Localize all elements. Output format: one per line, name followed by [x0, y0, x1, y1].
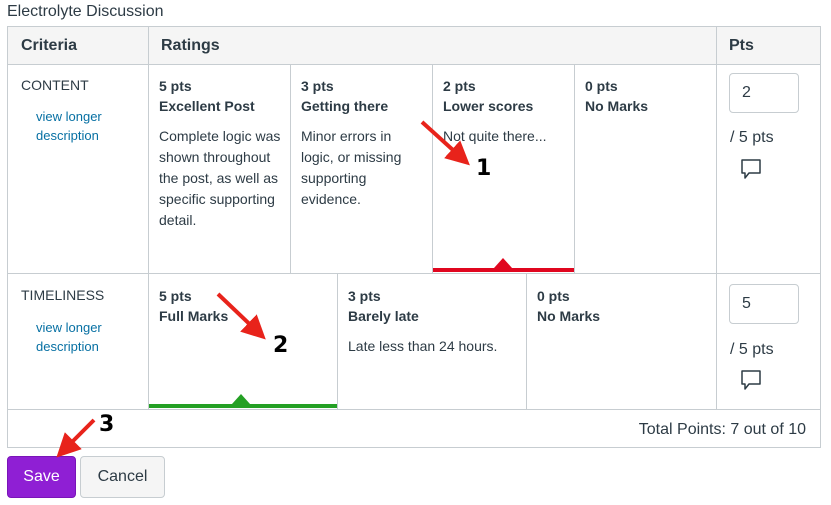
points-input[interactable] — [729, 284, 799, 324]
rating-points: 3 pts — [301, 78, 334, 94]
rating-points: 5 pts — [159, 78, 192, 94]
rating-no-marks[interactable]: 0 pts No Marks — [537, 286, 707, 327]
rating-points: 0 pts — [585, 78, 618, 94]
row-divider — [8, 273, 820, 274]
rating-long-description: Minor errors in logic, or missing suppor… — [301, 128, 402, 207]
rating-title: Lower scores — [443, 98, 534, 114]
annotation-number: 3 — [99, 412, 115, 437]
rating-title: Getting there — [301, 98, 389, 114]
criterion-name: CONTENT — [21, 77, 89, 93]
selected-rating-marker — [232, 394, 250, 404]
rating-points: 2 pts — [443, 78, 476, 94]
selected-rating-indicator — [149, 404, 337, 408]
criterion-name: TIMELINESS — [21, 287, 105, 303]
rating-title: No Marks — [537, 308, 601, 324]
header-ratings: Ratings — [148, 27, 716, 65]
rating-divider — [526, 273, 527, 409]
total-points: Total Points: 7 out of 10 — [638, 421, 806, 438]
rating-title: Excellent Post — [159, 98, 255, 114]
rubric-title: Electrolyte Discussion — [7, 3, 164, 20]
header-criteria: Criteria — [8, 27, 148, 65]
points-possible: / 5 pts — [730, 341, 774, 358]
rating-divider — [432, 65, 433, 273]
rating-title: Full Marks — [159, 308, 229, 324]
rating-barely-late[interactable]: 3 pts Barely late Late less than 24 hour… — [348, 286, 518, 357]
comment-icon[interactable] — [740, 158, 762, 180]
rating-title: Barely late — [348, 308, 419, 324]
rating-lower-scores[interactable]: 2 pts Lower scores Not quite there... — [443, 76, 568, 147]
rating-full-marks[interactable]: 5 pts Full Marks — [159, 286, 329, 327]
rating-divider — [337, 273, 338, 409]
comment-icon[interactable] — [740, 369, 762, 391]
annotation-number: 1 — [476, 156, 492, 181]
selected-rating-indicator — [433, 268, 574, 272]
rating-points: 3 pts — [348, 288, 381, 304]
rating-long-description: Complete logic was shown throughout the … — [159, 128, 281, 228]
rating-points: 5 pts — [159, 288, 192, 304]
save-button[interactable]: Save — [7, 456, 76, 498]
rating-divider — [290, 65, 291, 273]
view-longer-description-link[interactable]: view longer description — [36, 318, 126, 356]
rating-title: No Marks — [585, 98, 649, 114]
header-pts: Pts — [716, 27, 820, 65]
annotation-number: 2 — [273, 333, 289, 358]
selected-rating-marker — [494, 258, 512, 268]
row-divider — [8, 409, 820, 410]
rating-long-description: Late less than 24 hours. — [348, 338, 498, 354]
column-divider — [148, 27, 149, 409]
rating-no-marks[interactable]: 0 pts No Marks — [585, 76, 710, 117]
rating-excellent-post[interactable]: 5 pts Excellent Post Complete logic was … — [159, 76, 284, 231]
rating-points: 0 pts — [537, 288, 570, 304]
view-longer-description-link[interactable]: view longer description — [36, 107, 126, 145]
cancel-button[interactable]: Cancel — [80, 456, 165, 498]
points-input[interactable] — [729, 73, 799, 113]
rating-getting-there[interactable]: 3 pts Getting there Minor errors in logi… — [301, 76, 426, 210]
rating-long-description: Not quite there... — [443, 128, 547, 144]
rating-divider — [574, 65, 575, 273]
points-possible: / 5 pts — [730, 129, 774, 146]
column-divider — [716, 27, 717, 409]
rubric-table: Criteria Ratings Pts CONTENT view longer… — [7, 26, 821, 448]
